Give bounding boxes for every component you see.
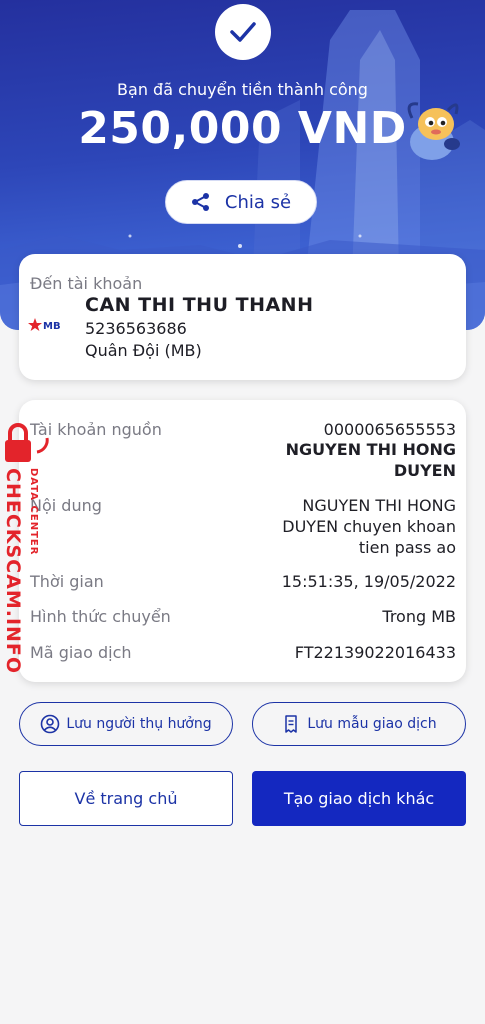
content-line2: DUYEN chuyen khoan bbox=[282, 517, 456, 536]
source-name-line1: NGUYEN THI HONG bbox=[285, 440, 456, 459]
transaction-details-card: Tài khoản nguồn 0000065655553 NGUYEN THI… bbox=[19, 400, 466, 682]
watermark-text: CHECKSCAM.INFO bbox=[2, 468, 24, 675]
new-transaction-button[interactable]: Tạo giao dịch khác bbox=[252, 771, 466, 826]
share-button[interactable]: Chia sẻ bbox=[165, 180, 317, 224]
success-check-badge bbox=[215, 4, 271, 60]
source-name-line2: DUYEN bbox=[393, 461, 456, 480]
receipt-icon bbox=[285, 715, 298, 733]
lock-watermark-icon bbox=[5, 423, 49, 462]
user-circle-icon bbox=[41, 714, 60, 734]
recipient-label: Đến tài khoản bbox=[30, 274, 143, 293]
mb-bank-logo: MB bbox=[28, 317, 64, 339]
method-label: Hình thức chuyển bbox=[30, 607, 171, 626]
source-account-label: Tài khoản nguồn bbox=[30, 420, 162, 439]
home-button[interactable]: Về trang chủ bbox=[19, 771, 233, 826]
mb-star-icon: MB bbox=[28, 318, 61, 332]
save-template-button[interactable]: Lưu mẫu giao dịch bbox=[252, 702, 466, 746]
bank-logo-text: MB bbox=[43, 321, 61, 332]
save-beneficiary-button[interactable]: Lưu người thụ hưởng bbox=[19, 702, 233, 746]
content-label: Nội dung bbox=[30, 496, 102, 515]
recipient-name: CAN THI THU THANH bbox=[85, 294, 314, 316]
recipient-bank: Quân Đội (MB) bbox=[85, 341, 202, 360]
time-label: Thời gian bbox=[30, 572, 104, 591]
save-beneficiary-label: Lưu người thụ hưởng bbox=[66, 716, 212, 732]
share-icon bbox=[191, 193, 209, 211]
method-value: Trong MB bbox=[382, 607, 456, 626]
checkmark-icon bbox=[230, 22, 256, 42]
recipient-card: Đến tài khoản MB CAN THI THU THANH 52365… bbox=[19, 254, 466, 380]
content-line1: NGUYEN THI HONG bbox=[302, 496, 456, 515]
save-template-label: Lưu mẫu giao dịch bbox=[307, 716, 437, 732]
transaction-id-label: Mã giao dịch bbox=[30, 643, 132, 662]
recipient-account-number: 5236563686 bbox=[85, 319, 187, 338]
source-account-number: 0000065655553 bbox=[323, 420, 456, 439]
watermark-subtext: DATA CENTER bbox=[28, 468, 39, 556]
content-line3: tien pass ao bbox=[358, 538, 456, 557]
transaction-id-value: FT22139022016433 bbox=[294, 643, 456, 662]
share-label: Chia sẻ bbox=[224, 191, 292, 213]
bee-mascot-icon bbox=[407, 102, 460, 160]
time-value: 15:51:35, 19/05/2022 bbox=[281, 572, 456, 591]
